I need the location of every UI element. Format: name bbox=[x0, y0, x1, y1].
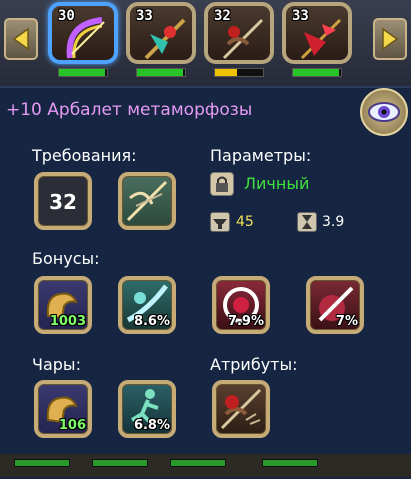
durability-fill bbox=[215, 69, 237, 76]
deer-crossbow-icon bbox=[220, 388, 262, 430]
enchant-tile: 6.8% bbox=[118, 380, 176, 438]
lock-icon bbox=[210, 172, 234, 196]
slot-level: 33 bbox=[292, 8, 309, 24]
requirements-label: Требования: bbox=[32, 146, 137, 165]
attack-value: 45 bbox=[236, 214, 254, 230]
bonus-value: 7% bbox=[335, 314, 358, 329]
inspect-eye-button[interactable] bbox=[360, 88, 408, 136]
padlock-glyph bbox=[216, 176, 228, 192]
bonus-tile: 8.6% bbox=[118, 276, 176, 334]
required-level-tile: 32 bbox=[34, 172, 92, 230]
enchant-value: 6.8% bbox=[133, 418, 170, 433]
durability-bar bbox=[136, 68, 186, 77]
bottom-durability-bar bbox=[92, 459, 148, 467]
bonus-tile: 7.9% bbox=[212, 276, 270, 334]
slot-frame: 33 bbox=[126, 2, 196, 64]
durability-fill bbox=[293, 69, 339, 76]
carousel-slot-4[interactable]: 33 bbox=[282, 2, 352, 80]
required-class-tile bbox=[118, 172, 176, 230]
carousel-next-button[interactable] bbox=[373, 18, 407, 60]
durability-bar bbox=[214, 68, 264, 77]
enchants-label: Чары: bbox=[32, 355, 81, 374]
bottom-durability-bar bbox=[262, 459, 318, 467]
bonus-value: 7.9% bbox=[227, 314, 264, 329]
binding-status: Личный bbox=[244, 174, 310, 193]
crossbow-class-icon bbox=[126, 180, 168, 222]
anvil-glyph bbox=[213, 219, 227, 229]
enchant-value: 106 bbox=[58, 418, 86, 433]
chevron-left-icon bbox=[12, 27, 29, 51]
hourglass-glyph bbox=[302, 215, 312, 229]
enchant-tile: 106 bbox=[34, 380, 92, 438]
carousel-slot-1[interactable]: 30 bbox=[48, 2, 118, 80]
bonuses-label: Бонусы: bbox=[32, 249, 100, 268]
durability-bar bbox=[58, 68, 108, 77]
bonus-tile: 7% bbox=[306, 276, 364, 334]
speed-hourglass-icon bbox=[297, 212, 317, 232]
slot-level: 30 bbox=[58, 8, 75, 24]
attributes-label: Атрибуты: bbox=[210, 355, 298, 374]
bottom-durability-bar bbox=[170, 459, 226, 467]
slot-frame: 32 bbox=[204, 2, 274, 64]
eye-icon bbox=[368, 102, 400, 122]
item-title: +10 Арбалет метаморфозы bbox=[6, 100, 253, 120]
bottom-durability-bar bbox=[14, 459, 70, 467]
durability-fill bbox=[59, 69, 105, 76]
slot-frame: 30 bbox=[48, 2, 118, 64]
bonus-value: 1003 bbox=[49, 314, 86, 329]
slot-level: 32 bbox=[214, 8, 231, 24]
attribute-tile bbox=[212, 380, 270, 438]
durability-fill bbox=[137, 69, 183, 76]
speed-value: 3.9 bbox=[322, 214, 345, 230]
parameters-label: Параметры: bbox=[210, 146, 312, 165]
required-level-value: 32 bbox=[49, 190, 77, 214]
attack-anvil-icon bbox=[210, 212, 230, 232]
chevron-right-icon bbox=[382, 27, 399, 51]
carousel-slot-2[interactable]: 33 bbox=[126, 2, 196, 80]
slot-frame: 33 bbox=[282, 2, 352, 64]
bonus-tile: 1003 bbox=[34, 276, 92, 334]
bonus-value: 8.6% bbox=[133, 314, 170, 329]
durability-bar bbox=[292, 68, 342, 77]
carousel-prev-button[interactable] bbox=[4, 18, 38, 60]
slot-level: 33 bbox=[136, 8, 153, 24]
carousel-slot-3[interactable]: 32 bbox=[204, 2, 274, 80]
